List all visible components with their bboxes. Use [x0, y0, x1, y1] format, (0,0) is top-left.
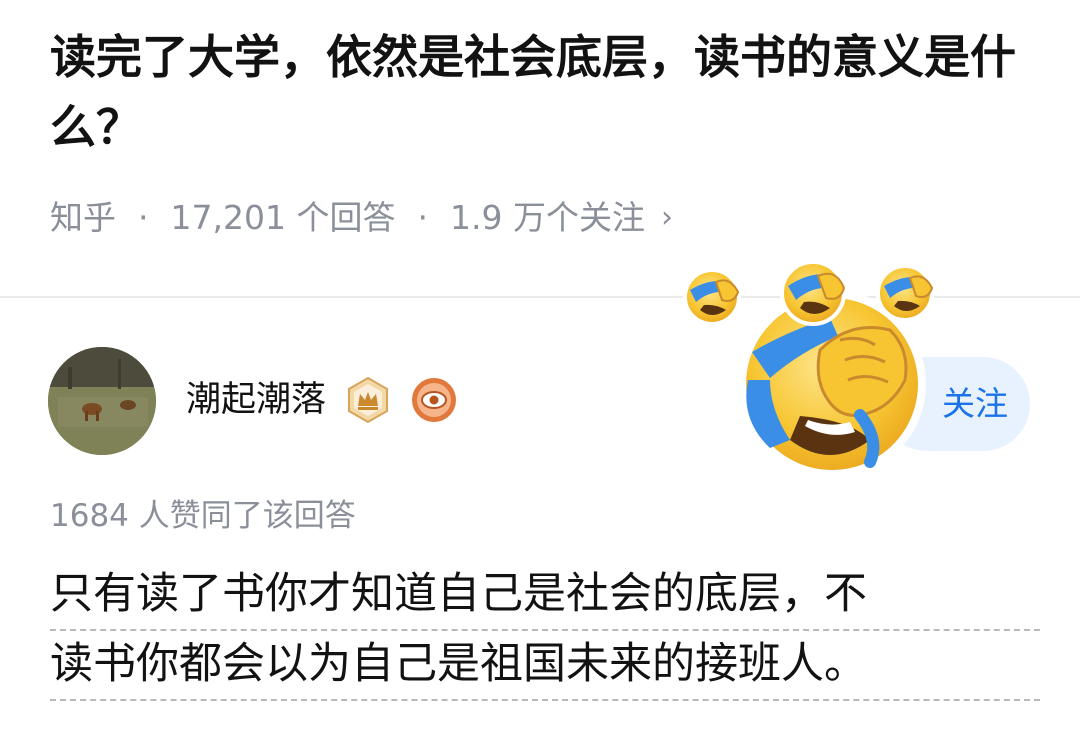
meta-separator: · [138, 198, 149, 237]
crown-badge-icon[interactable] [344, 376, 392, 424]
question-title[interactable]: 读完了大学，依然是社会底层，读书的意义是什么？ [50, 22, 1040, 162]
eye-badge-icon[interactable] [410, 376, 458, 424]
answer-line: 只有读了书你才知道自己是社会的底层，不 [50, 563, 1040, 631]
likes-count: 1684 人赞同了该回答 [50, 498, 356, 534]
answers-count[interactable]: 17,201 个回答 [171, 196, 396, 240]
author-row: 潮起潮落 [186, 376, 458, 424]
question-meta: 知乎 · 17,201 个回答 · 1.9 万个关注 › [50, 196, 673, 240]
chevron-right-icon[interactable]: › [661, 196, 673, 240]
section-divider [0, 296, 1080, 298]
small-facepalm-emoji-icon [876, 264, 934, 322]
answer-content[interactable]: 只有读了书你才知道自己是社会的底层，不 读书你都会以为自己是祖国未来的接班人。 [50, 563, 1040, 703]
followers-count[interactable]: 1.9 万个关注 [450, 196, 645, 240]
author-name[interactable]: 潮起潮落 [186, 376, 326, 424]
answer-line: 读书你都会以为自己是祖国未来的接班人。 [50, 633, 1040, 701]
meta-separator: · [417, 198, 428, 237]
avatar[interactable] [48, 347, 156, 455]
follow-button[interactable]: 关注 [880, 357, 1030, 451]
follow-button-label: 关注 [942, 385, 1008, 422]
source-label[interactable]: 知乎 [50, 196, 116, 240]
small-facepalm-emoji-icon [780, 260, 846, 326]
